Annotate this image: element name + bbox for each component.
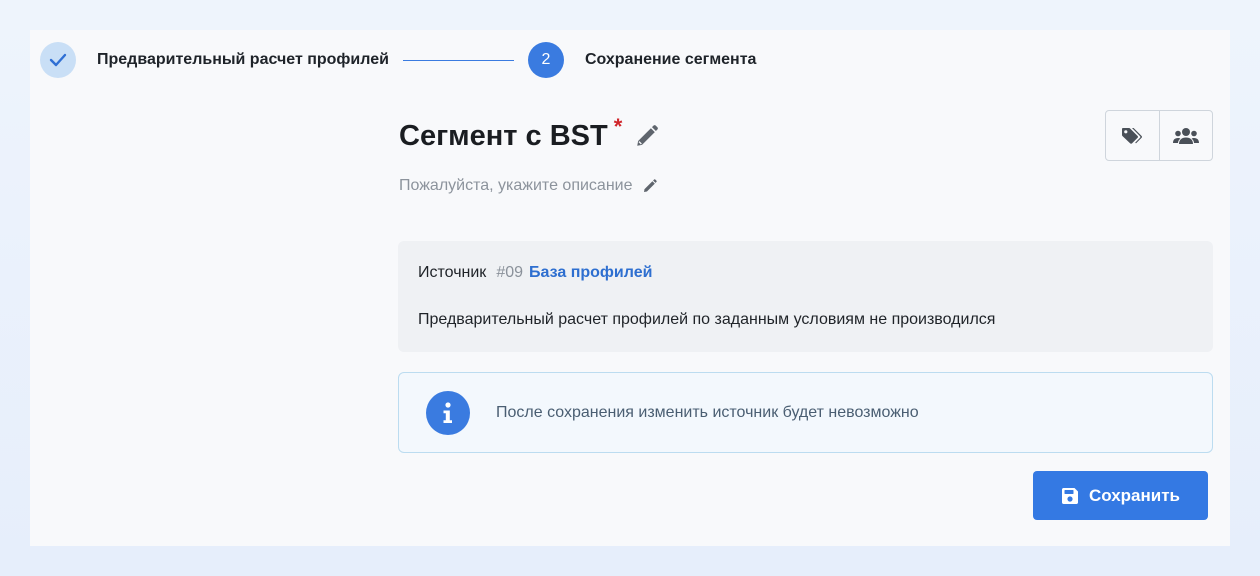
floppy-disk-icon [1061, 487, 1079, 505]
source-label: Источник [418, 264, 487, 281]
source-name-link[interactable]: База профилей [529, 264, 652, 282]
source-id: #09 [496, 264, 524, 281]
source-status-text: Предварительный расчет профилей по задан… [418, 311, 996, 328]
source-card: Источник #09 База профилей Предварительн… [398, 241, 1213, 352]
step-1-label: Предварительный расчет профилей [97, 51, 389, 68]
segment-title: Сегмент с BST [399, 120, 608, 152]
segment-save-panel: Предварительный расчет профилей 2 Сохран… [30, 30, 1230, 546]
required-asterisk: * [613, 114, 623, 139]
info-alert: После сохранения изменить источник будет… [398, 372, 1213, 453]
users-button[interactable] [1158, 111, 1213, 160]
save-button[interactable]: Сохранить [1033, 471, 1208, 520]
pencil-icon [644, 179, 658, 192]
info-text: После сохранения изменить источник будет… [496, 403, 919, 421]
checkmark-icon [49, 53, 67, 67]
tags-button[interactable] [1106, 111, 1159, 160]
step-1-done-indicator [40, 42, 76, 78]
segment-description-row: Пожалуйста, укажите описание [399, 177, 658, 195]
step-2-label: Сохранение сегмента [584, 51, 757, 68]
step-2-number: 2 [541, 51, 551, 68]
segment-actions-group [1105, 110, 1213, 161]
info-icon [426, 390, 470, 435]
save-button-label: Сохранить [1088, 485, 1181, 505]
stepper: Предварительный расчет профилей 2 Сохран… [40, 42, 756, 78]
edit-description-button[interactable] [642, 178, 658, 194]
edit-title-button[interactable] [634, 123, 660, 154]
segment-title-row: Сегмент с BST * [399, 116, 660, 156]
step-connector [402, 59, 514, 61]
users-icon [1172, 127, 1199, 144]
source-line: Источник #09 База профилей [418, 264, 652, 282]
step-2-indicator: 2 [527, 42, 564, 78]
description-placeholder[interactable]: Пожалуйста, укажите описание [399, 177, 632, 195]
tags-icon [1122, 127, 1143, 144]
pencil-icon [637, 125, 659, 146]
